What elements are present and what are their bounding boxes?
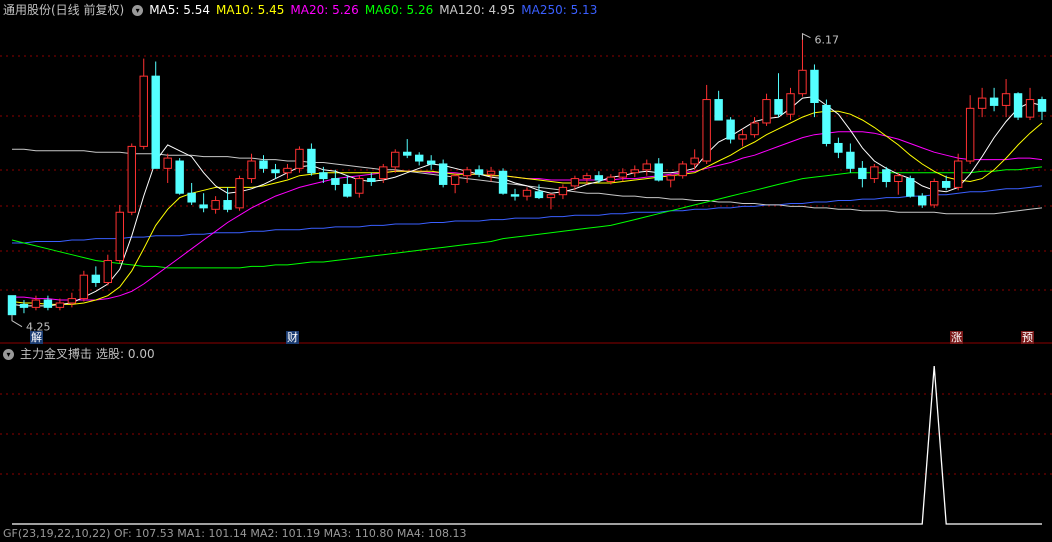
candle-down	[594, 171, 604, 183]
marker-cai[interactable]: 财	[286, 331, 299, 344]
ma5-line	[11, 96, 1043, 307]
low-arrow	[11, 314, 23, 328]
candle-down	[498, 168, 508, 195]
candle-up	[762, 93, 771, 126]
candle-up	[139, 58, 148, 150]
candle-down	[654, 158, 663, 182]
candle-up	[79, 270, 89, 302]
candle-up	[283, 163, 292, 179]
candle-down	[822, 99, 831, 147]
indicator-chart[interactable]	[0, 344, 1052, 525]
candle-up	[870, 163, 879, 183]
candle-up	[786, 87, 795, 121]
candlestick-chart[interactable]: 6.174.25	[0, 0, 1052, 344]
candle-up	[750, 117, 759, 138]
candle-down	[175, 158, 184, 195]
candle-up	[690, 149, 699, 170]
candle-up	[965, 95, 975, 164]
candle-up	[391, 149, 400, 173]
candle-down	[199, 193, 208, 213]
candle-up	[702, 84, 711, 164]
candle-up	[738, 128, 747, 147]
candle-up	[450, 172, 460, 194]
candle-down	[882, 166, 891, 188]
candle-up	[486, 166, 496, 182]
candle-up	[894, 172, 903, 195]
candle-up	[295, 146, 304, 173]
high-arrow	[801, 32, 811, 40]
indicator-line	[12, 365, 1042, 525]
candle-up	[1001, 79, 1011, 118]
candle-up	[642, 159, 651, 176]
candle-down	[91, 266, 101, 287]
candle-down	[989, 87, 999, 112]
candle-up	[462, 166, 472, 183]
ma20-line	[12, 131, 1043, 301]
candle-down	[774, 73, 783, 118]
candle-down	[438, 159, 448, 188]
candle-down	[271, 163, 280, 179]
candle-down	[510, 188, 520, 201]
candle-up	[67, 292, 77, 308]
candle-up	[930, 178, 939, 208]
candle-down	[906, 175, 915, 198]
candle-down	[474, 165, 484, 178]
ma10-line	[11, 110, 1043, 305]
candle-down	[187, 182, 196, 205]
candle-down	[19, 300, 29, 314]
candle-up	[522, 187, 532, 201]
candle-up	[355, 175, 364, 198]
candle-up	[666, 174, 675, 188]
candle-down	[43, 295, 53, 311]
candle-up	[115, 204, 124, 264]
candle-up	[558, 184, 568, 200]
candle-up	[953, 153, 963, 191]
marker-yu[interactable]: 预	[1021, 331, 1034, 344]
candle-down	[307, 143, 316, 176]
candle-up	[630, 165, 640, 178]
candle-down	[259, 155, 268, 173]
candle-down	[726, 117, 735, 144]
marker-jie[interactable]: 解	[30, 331, 43, 344]
candle-up	[103, 254, 113, 286]
candle-down	[846, 143, 855, 173]
candle-down	[810, 64, 819, 118]
candle-down	[151, 61, 160, 169]
candle-up	[678, 161, 687, 179]
candle-down	[858, 161, 867, 188]
candle-up	[127, 143, 136, 216]
candle-up	[1025, 87, 1035, 121]
candle-down	[714, 90, 723, 121]
marker-zhang[interactable]: 涨	[950, 331, 963, 344]
candle-up	[798, 33, 807, 97]
candle-down	[426, 155, 436, 170]
candle-down	[403, 139, 412, 159]
candle-up	[235, 175, 244, 211]
candle-down	[1013, 92, 1023, 121]
candle-up	[163, 153, 172, 183]
bottom-indicator-bar: GF(23,19,22,10,22) OF: 107.53 MA1: 101.1…	[3, 527, 467, 540]
candle-up	[211, 196, 220, 214]
candle-down	[343, 175, 352, 198]
candle-up	[546, 193, 556, 210]
candle-up	[977, 87, 987, 118]
candle-down	[834, 137, 843, 159]
ma60-line	[11, 166, 1043, 269]
candle-down	[7, 295, 17, 316]
candle-down	[1037, 96, 1047, 121]
candle-down	[414, 152, 424, 166]
high-price-label: 6.17	[814, 34, 839, 47]
